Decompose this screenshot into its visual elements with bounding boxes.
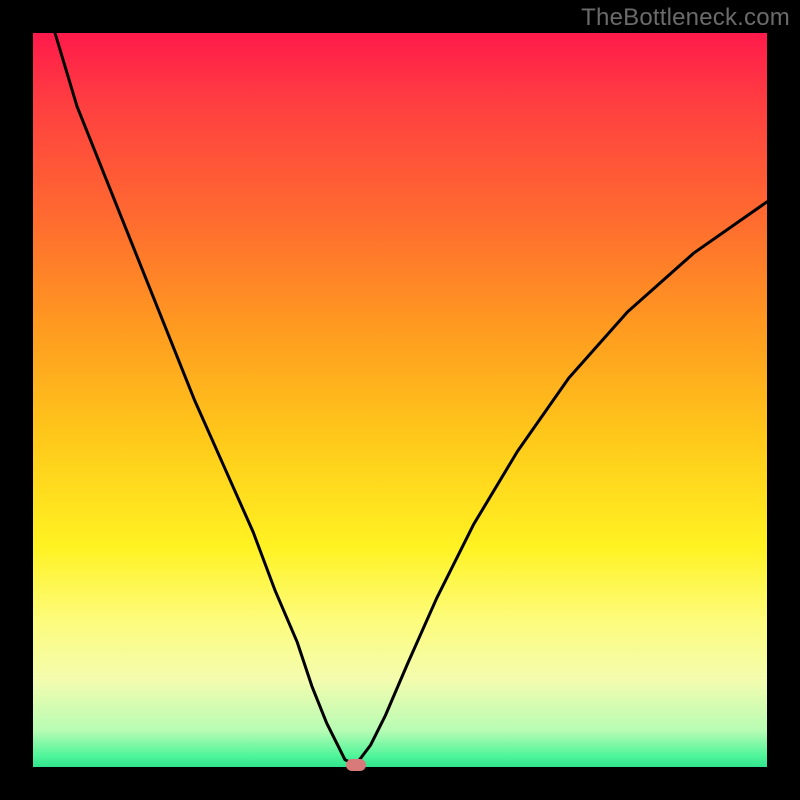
bottleneck-curve xyxy=(33,33,767,767)
watermark-text: TheBottleneck.com xyxy=(581,4,790,32)
chart-container: TheBottleneck.com xyxy=(0,0,800,800)
optimal-marker xyxy=(346,759,366,771)
plot-area xyxy=(33,33,767,767)
